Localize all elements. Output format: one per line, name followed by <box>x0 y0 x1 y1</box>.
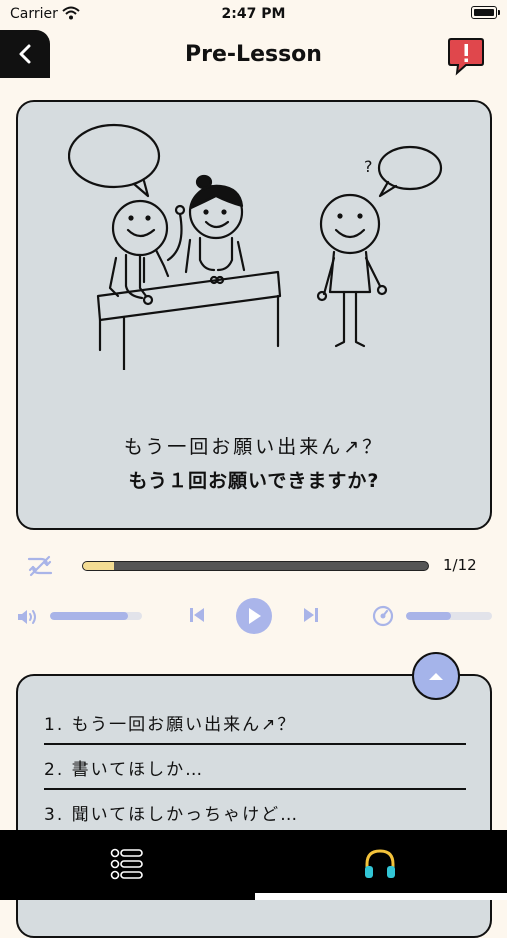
chevron-up-icon <box>429 673 443 680</box>
play-icon <box>249 608 261 624</box>
page-counter: 1/12 <box>443 556 477 574</box>
report-speech-bubble-icon <box>448 38 484 76</box>
speaker-icon <box>18 610 36 624</box>
phrase-casual: もう一回お願い出来ん↗？ <box>123 436 385 458</box>
report-button[interactable] <box>446 36 486 76</box>
tab-bar <box>0 830 507 900</box>
lesson-progress-fill <box>83 562 115 570</box>
speed-slider[interactable] <box>406 612 492 620</box>
list-item-number: 1. <box>44 715 65 735</box>
conversation-illustration: ? <box>68 123 443 370</box>
skip-next-icon[interactable] <box>300 604 322 626</box>
collapse-list-button[interactable] <box>412 652 460 700</box>
home-indicator <box>255 893 507 900</box>
shuffle-button[interactable] <box>26 554 54 578</box>
skip-previous-icon[interactable] <box>186 604 208 626</box>
volume-slider[interactable] <box>50 612 142 620</box>
list-item-text: 書いてほしか… <box>71 760 205 780</box>
phrase-polite: もう１回お願いできますか? <box>128 470 380 492</box>
list-icon[interactable] <box>110 848 144 880</box>
list-item-text: 聞いてほしかっちゃけど… <box>71 805 300 825</box>
lesson-card: ? もう一回お願い出来ん↗？ もう１回お願いできますか? <box>16 100 492 530</box>
list-item[interactable]: 2. 書いてほしか… <box>44 755 466 790</box>
headphones-icon[interactable] <box>363 848 397 880</box>
list-item-text: もう一回お願い出来ん↗？ <box>71 715 297 735</box>
status-bar: Carrier 2:47 PM <box>0 0 507 28</box>
list-item[interactable]: 1. もう一回お願い出来ん↗？ <box>44 710 466 745</box>
play-button[interactable] <box>236 598 272 634</box>
volume-level <box>50 612 129 620</box>
shuffle-icon <box>27 555 53 577</box>
status-time: 2:47 PM <box>221 6 286 22</box>
list-item-number: 2. <box>44 760 65 780</box>
list-item-number: 3. <box>44 805 65 825</box>
svg-text:?: ? <box>364 157 373 176</box>
speed-level <box>406 612 451 620</box>
lesson-progress-bar[interactable] <box>82 561 429 571</box>
page-title: Pre-Lesson <box>185 42 322 67</box>
battery-icon <box>471 6 500 19</box>
speed-gauge-icon <box>372 605 394 627</box>
